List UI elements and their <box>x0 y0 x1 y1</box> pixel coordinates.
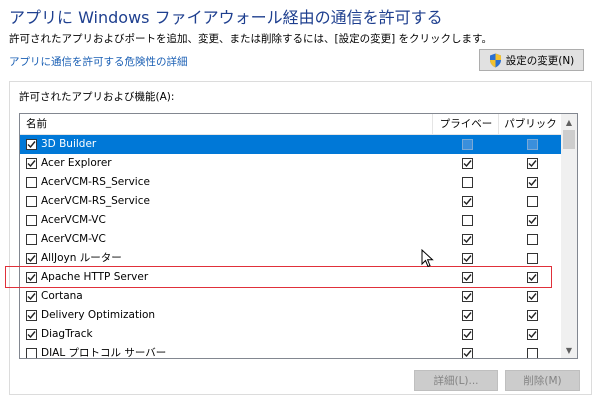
public-checkbox[interactable] <box>527 291 538 302</box>
remove-button[interactable]: 削除(M) <box>505 370 580 391</box>
table-row[interactable]: AcerVCM-RS_Service <box>20 192 561 211</box>
private-checkbox[interactable] <box>462 215 473 226</box>
scroll-down-arrow-icon[interactable]: ▼ <box>561 342 577 358</box>
enabled-checkbox[interactable] <box>26 177 37 188</box>
public-checkbox[interactable] <box>527 234 538 245</box>
risk-details-link[interactable]: アプリに通信を許可する危険性の詳細 <box>9 54 188 69</box>
vertical-scrollbar[interactable]: ▲ ▼ <box>561 114 577 358</box>
enabled-checkbox[interactable] <box>26 196 37 207</box>
private-checkbox[interactable] <box>462 253 473 264</box>
private-checkbox[interactable] <box>462 177 473 188</box>
app-name: AcerVCM-VC <box>41 214 106 226</box>
allowed-apps-label: 許可されたアプリおよび機能(A): <box>19 91 175 103</box>
app-name: DiagTrack <box>41 328 93 340</box>
table-row[interactable]: Acer Explorer <box>20 154 561 173</box>
app-name: Cortana <box>41 290 83 302</box>
public-checkbox[interactable] <box>527 348 538 358</box>
mouse-pointer-icon <box>421 249 434 268</box>
app-name: DIAL プロトコル サーバー <box>41 347 167 359</box>
column-header-public[interactable]: パブリック <box>500 114 561 134</box>
table-row[interactable]: Delivery Optimization <box>20 306 561 325</box>
table-row[interactable]: DIAL プロトコル サーバー <box>20 344 561 359</box>
table-row[interactable]: DiagTrack <box>20 325 561 344</box>
page-title: アプリに Windows ファイアウォール経由の通信を許可する <box>9 8 443 27</box>
app-name: Delivery Optimization <box>41 309 156 321</box>
app-name: AcerVCM-VC <box>41 233 106 245</box>
enabled-checkbox[interactable] <box>26 158 37 169</box>
public-checkbox[interactable] <box>527 215 538 226</box>
table-row[interactable]: 3D Builder <box>20 135 561 154</box>
annotation-highlight-box <box>5 266 552 288</box>
public-checkbox[interactable] <box>527 310 538 321</box>
public-checkbox[interactable] <box>527 329 538 340</box>
enabled-checkbox[interactable] <box>26 234 37 245</box>
private-checkbox[interactable] <box>462 310 473 321</box>
enabled-checkbox[interactable] <box>26 139 37 150</box>
private-checkbox[interactable] <box>462 234 473 245</box>
public-checkbox[interactable] <box>527 253 538 264</box>
change-settings-label: 設定の変更(N) <box>505 54 575 67</box>
app-name: 3D Builder <box>41 138 97 150</box>
column-divider[interactable] <box>498 114 499 134</box>
app-name: Acer Explorer <box>41 157 112 169</box>
app-name: AcerVCM-RS_Service <box>41 176 150 188</box>
column-header-private[interactable]: プライベート <box>435 114 497 150</box>
scroll-up-arrow-icon[interactable]: ▲ <box>561 114 577 130</box>
column-divider[interactable] <box>432 114 433 134</box>
app-name: AcerVCM-RS_Service <box>41 195 150 207</box>
public-checkbox[interactable] <box>527 177 538 188</box>
change-settings-button[interactable]: 設定の変更(N) <box>479 49 584 71</box>
private-checkbox[interactable] <box>462 139 473 150</box>
private-checkbox[interactable] <box>462 158 473 169</box>
enabled-checkbox[interactable] <box>26 215 37 226</box>
table-row[interactable]: AcerVCM-VC <box>20 211 561 230</box>
table-row[interactable]: AcerVCM-RS_Service <box>20 173 561 192</box>
private-checkbox[interactable] <box>462 329 473 340</box>
column-header-name[interactable]: 名前 <box>26 114 47 134</box>
public-checkbox[interactable] <box>527 139 538 150</box>
enabled-checkbox[interactable] <box>26 291 37 302</box>
enabled-checkbox[interactable] <box>26 310 37 321</box>
private-checkbox[interactable] <box>462 291 473 302</box>
details-button[interactable]: 詳細(L)... <box>414 370 498 391</box>
list-header: 名前 プライベート パブリック <box>20 114 561 150</box>
table-row[interactable]: AcerVCM-VC <box>20 230 561 249</box>
private-checkbox[interactable] <box>462 196 473 207</box>
enabled-checkbox[interactable] <box>26 253 37 264</box>
public-checkbox[interactable] <box>527 158 538 169</box>
table-row[interactable]: Cortana <box>20 287 561 306</box>
private-checkbox[interactable] <box>462 348 473 358</box>
public-checkbox[interactable] <box>527 196 538 207</box>
enabled-checkbox[interactable] <box>26 329 37 340</box>
enabled-checkbox[interactable] <box>26 348 37 358</box>
instructions-text: 許可されたアプリおよびポートを追加、変更、または削除するには、[設定の変更] を… <box>9 33 492 45</box>
allowed-apps-list[interactable]: 名前 プライベート パブリック 3D Builder Acer Explorer A… <box>19 113 578 359</box>
list-rows: 3D Builder Acer Explorer AcerVCM-RS_Servic… <box>20 135 561 359</box>
uac-shield-icon <box>489 53 501 67</box>
scrollbar-thumb[interactable] <box>563 130 575 149</box>
